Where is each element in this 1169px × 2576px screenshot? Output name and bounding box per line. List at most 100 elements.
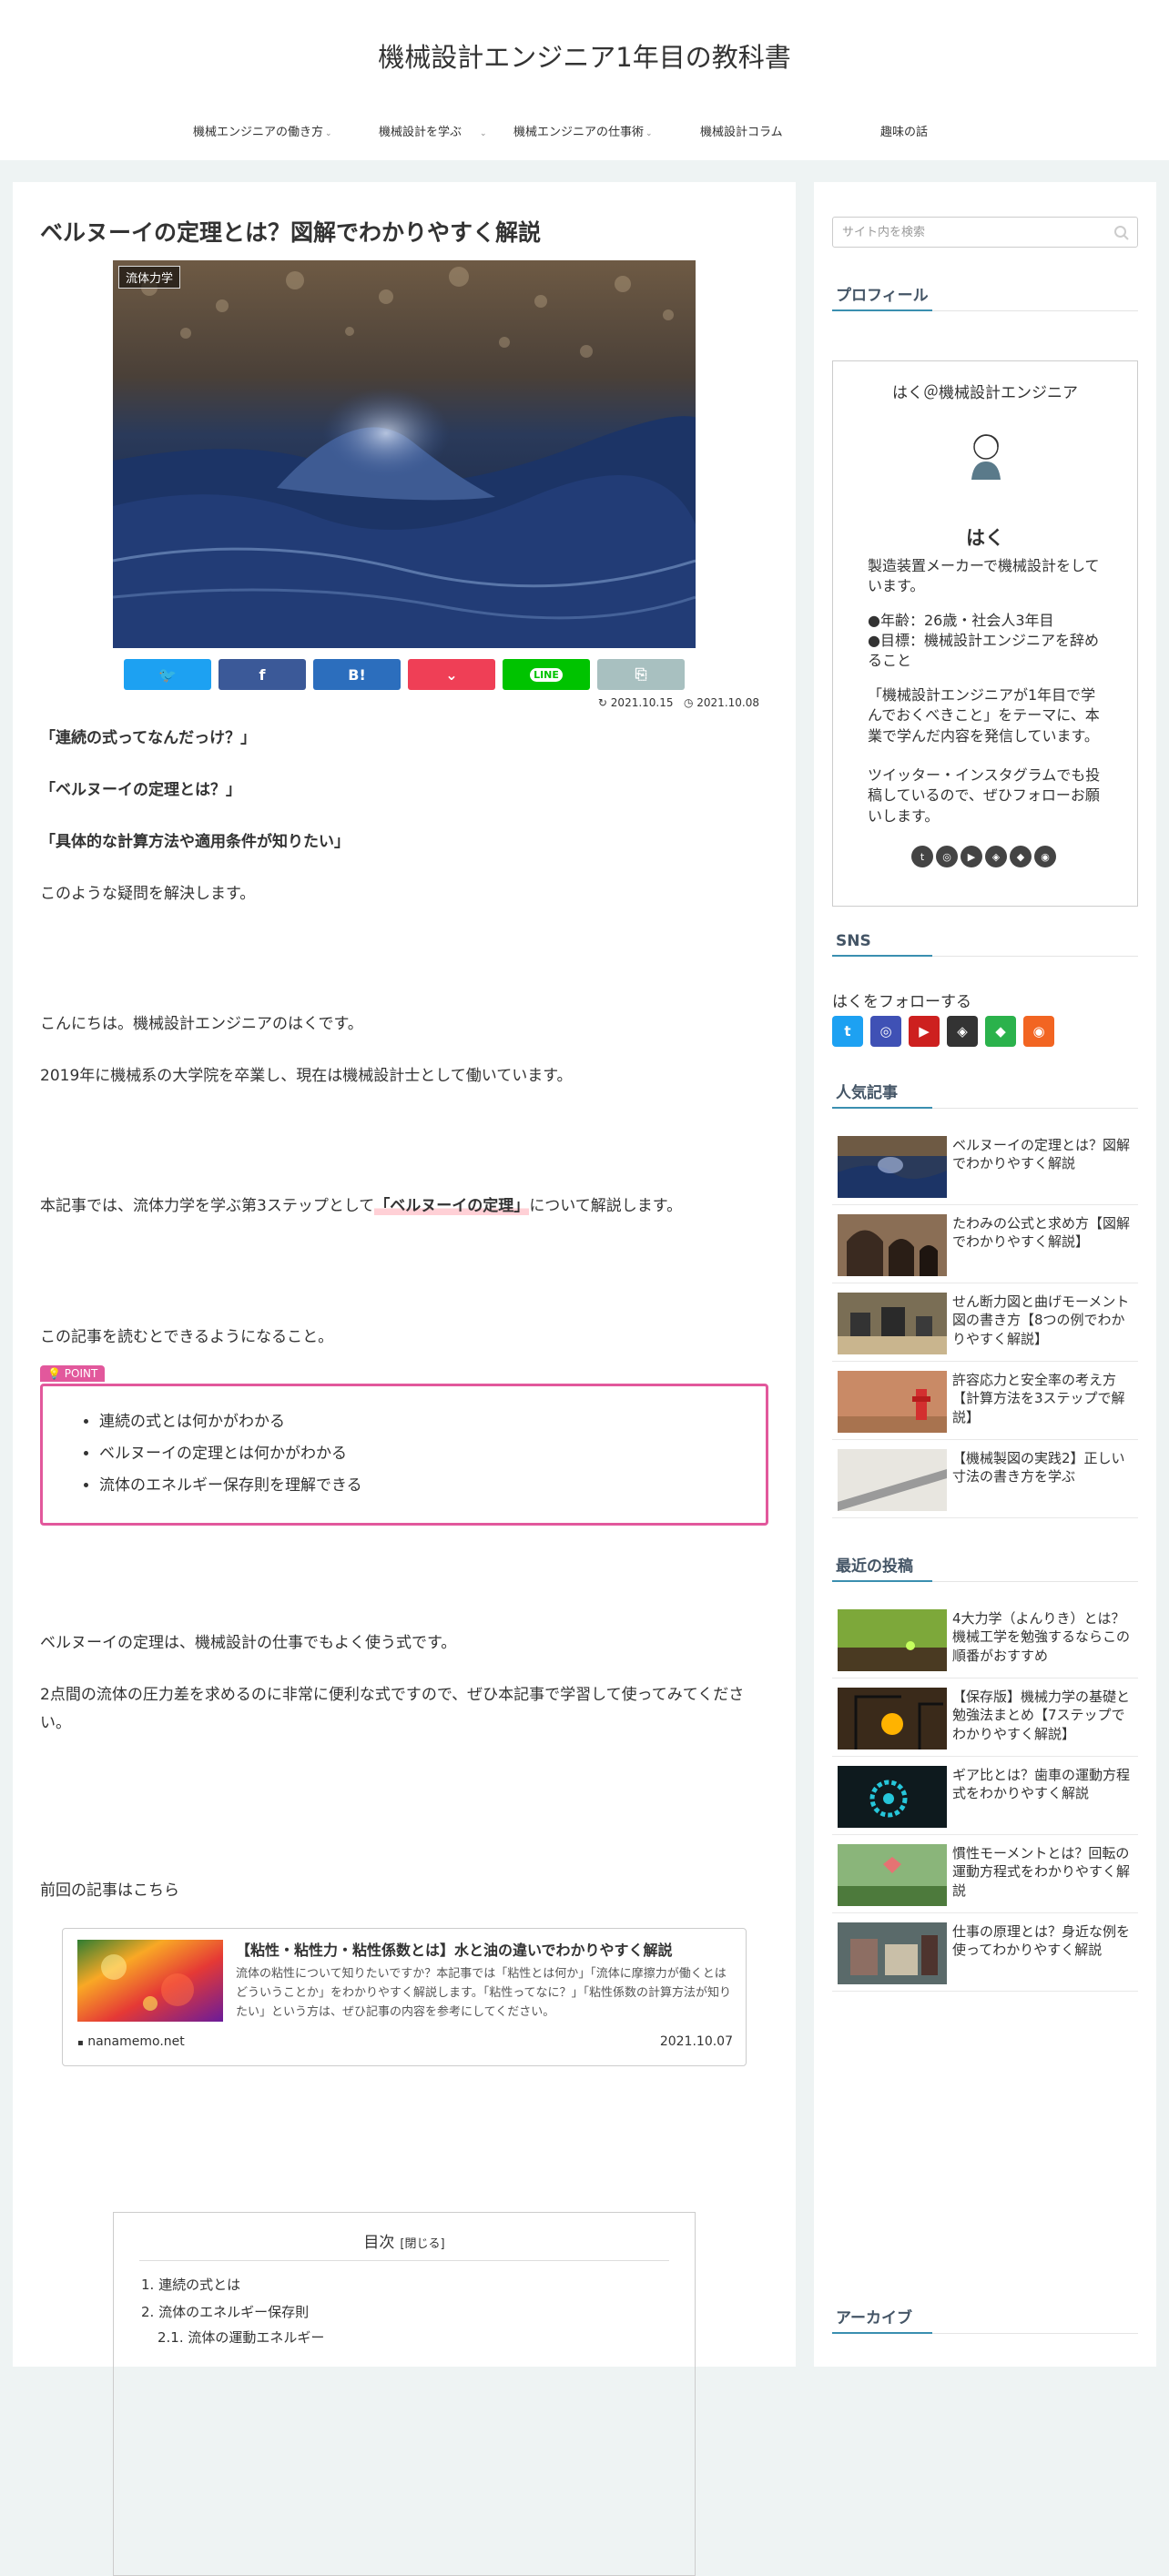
share-line-button[interactable]: LINE bbox=[503, 659, 590, 690]
toc-item[interactable]: 1. 連続の式とは bbox=[141, 2275, 240, 2294]
books-thumbnail bbox=[838, 1922, 947, 1984]
point-label: 💡 POINT bbox=[40, 1365, 106, 1382]
nav-item-column[interactable]: 機械設計コラム bbox=[700, 122, 783, 139]
list-item: 流体のエネルギー保存則を理解できる bbox=[99, 1470, 766, 1502]
share-facebook-button[interactable]: f bbox=[219, 659, 306, 690]
follow-instagram-button[interactable]: ◎ bbox=[870, 1016, 901, 1047]
popular-post-item[interactable]: 許容応力と安全率の考え方【計算方法を3ステップで解説】 bbox=[832, 1362, 1138, 1440]
search-box bbox=[832, 217, 1138, 248]
colorful-oil-image bbox=[77, 1940, 223, 2022]
recent-post-item[interactable]: ギア比とは？歯車の運動方程式をわかりやすく解説 bbox=[832, 1757, 1138, 1835]
post-thumbnail bbox=[838, 1371, 947, 1433]
instagram-icon[interactable]: ◎ bbox=[936, 846, 958, 867]
instagram-icon: ◎ bbox=[879, 1023, 892, 1040]
nav-item-work-style[interactable]: 機械エンジニアの働き方 ⌄ bbox=[193, 122, 332, 139]
feedly-icon: ◆ bbox=[995, 1023, 1006, 1040]
popular-post-item[interactable]: 【機械製図の実践2】正しい寸法の書き方を学ぶ bbox=[832, 1440, 1138, 1518]
profile-name: はく＠機械設計エンジニア bbox=[892, 384, 1078, 402]
post-title: 4大力学（よんりき）とは？機械工学を勉強するならこの順番がおすすめ bbox=[952, 1610, 1131, 1664]
hatena-icon: B! bbox=[348, 665, 366, 684]
avatar-illustration bbox=[971, 434, 1001, 480]
popular-widget-title: 人気記事 bbox=[832, 1080, 1138, 1109]
chevron-down-icon: ⌄ bbox=[480, 129, 487, 138]
blog-card-site: ▪ nanamemo.net bbox=[77, 2034, 185, 2049]
point-box: 連続の式とは何かがわかる ベルヌーイの定理とは何かがわかる 流体のエネルギー保存… bbox=[40, 1384, 768, 1526]
share-twitter-button[interactable]: 🐦 bbox=[124, 659, 211, 690]
nav-item-work-technique[interactable]: 機械エンジニアの仕事術 ⌄ bbox=[513, 122, 653, 139]
lightbulb-icon: 💡 bbox=[47, 1367, 61, 1380]
youtube-icon[interactable]: ▶ bbox=[961, 846, 982, 867]
list-item: 連続の式とは何かがわかる bbox=[99, 1406, 766, 1438]
search-button[interactable] bbox=[1113, 225, 1130, 241]
post-title: 【機械製図の実践2】正しい寸法の書き方を学ぶ bbox=[952, 1450, 1125, 1486]
follow-feedly-button[interactable]: ◆ bbox=[985, 1016, 1016, 1047]
share-buttons: 🐦 f B! ⌄ LINE ⎘ bbox=[124, 659, 694, 690]
post-thumbnail bbox=[838, 1922, 947, 1984]
search-input[interactable] bbox=[833, 218, 1106, 247]
follow-text: はくをフォローする bbox=[832, 993, 971, 1011]
profile-box: はく＠機械設計エンジニア はく 製造装置メーカーで機械設計をしています。 ●年齢… bbox=[832, 360, 1138, 907]
youtube-icon: ▶ bbox=[919, 1023, 930, 1040]
share-hatena-button[interactable]: B! bbox=[313, 659, 401, 690]
popular-post-item[interactable]: せん断力図と曲げモーメント図の書き方【8つの例でわかりやすく解説】 bbox=[832, 1283, 1138, 1362]
post-thumbnail bbox=[838, 1293, 947, 1354]
popular-post-item[interactable]: ベルヌーイの定理とは？図解でわかりやすく解説 bbox=[832, 1127, 1138, 1205]
post-title: ベルヌーイの定理とは？図解でわかりやすく解説 bbox=[952, 1137, 1131, 1172]
usage-text: ベルヌーイの定理は、機械設計の仕事でもよく使う式です。 bbox=[40, 1634, 457, 1652]
sprout-thumbnail bbox=[838, 1609, 947, 1671]
share-pocket-button[interactable]: ⌄ bbox=[408, 659, 495, 690]
update-icon: ↻ bbox=[597, 696, 607, 709]
twitter-icon[interactable]: t bbox=[911, 846, 933, 867]
follow-codepen-button[interactable]: ◈ bbox=[947, 1016, 978, 1047]
intro-text: 本記事では、流体力学を学ぶ第3ステップとして「ベルヌーイの定理」について解説しま… bbox=[40, 1197, 683, 1215]
codepen-icon: ◈ bbox=[957, 1023, 968, 1040]
follow-twitter-button[interactable]: t bbox=[832, 1016, 863, 1047]
toc-item[interactable]: 2. 流体のエネルギー保存則 bbox=[141, 2302, 309, 2321]
category-label[interactable]: 流体力学 bbox=[118, 266, 181, 289]
feedly-icon[interactable]: ◆ bbox=[1010, 846, 1032, 867]
post-title: ギア比とは？歯車の運動方程式をわかりやすく解説 bbox=[952, 1767, 1131, 1802]
post-dates: ↻ 2021.10.15 ◷ 2021.10.08 bbox=[598, 696, 759, 709]
post-title: 許容応力と安全率の考え方【計算方法を3ステップで解説】 bbox=[952, 1372, 1125, 1425]
facebook-icon: f bbox=[259, 665, 266, 684]
post-thumbnail bbox=[838, 1609, 947, 1671]
profile-age: ●年齢：26歳・社会人3年目 bbox=[868, 612, 1054, 629]
post-title: 慣性モーメントとは？回転の運動方程式をわかりやすく解説 bbox=[952, 1845, 1131, 1899]
follow-youtube-button[interactable]: ▶ bbox=[909, 1016, 940, 1047]
question-3: 「具体的な計算方法や適用条件が知りたい」 bbox=[40, 833, 350, 851]
post-title: せん断力図と曲げモーメント図の書き方【8つの例でわかりやすく解説】 bbox=[952, 1293, 1130, 1347]
rss-icon: ◉ bbox=[1032, 1023, 1045, 1040]
profile-sns-icons: t ◎ ▶ ◈ ◆ ◉ bbox=[911, 846, 1056, 869]
recent-post-item[interactable]: 4大力学（よんりき）とは？機械工学を勉強するならこの順番がおすすめ bbox=[832, 1600, 1138, 1678]
avatar[interactable] bbox=[950, 421, 1022, 494]
recent-post-item[interactable]: 慣性モーメントとは？回転の運動方程式をわかりやすく解説 bbox=[832, 1835, 1138, 1913]
popular-post-item[interactable]: たわみの公式と求め方【図解でわかりやすく解説】 bbox=[832, 1205, 1138, 1283]
highlight-marker: 「ベルヌーイの定理」 bbox=[374, 1197, 530, 1215]
ruler-thumbnail bbox=[838, 1449, 947, 1511]
blog-card[interactable]: 【粘性・粘性力・粘性係数とは】水と油の違いでわかりやすく解説 流体の粘性について… bbox=[62, 1928, 747, 2066]
list-item: ベルヌーイの定理とは何かがわかる bbox=[99, 1438, 766, 1470]
site-title[interactable]: 機械設計エンジニア1年目の教科書 bbox=[0, 36, 1169, 75]
table-of-contents: 目次 [閉じる] 1. 連続の式とは 2. 流体のエネルギー保存則 2.1. 流体… bbox=[113, 2212, 696, 2576]
line-icon: LINE bbox=[530, 667, 563, 682]
recent-post-item[interactable]: 【保存版】機械力学の基礎と勉強法まとめ【7ステップでわかりやすく解説】 bbox=[832, 1678, 1138, 1757]
copy-icon: ⎘ bbox=[635, 665, 647, 683]
follow-rss-button[interactable]: ◉ bbox=[1023, 1016, 1054, 1047]
arches-thumbnail bbox=[838, 1214, 947, 1276]
post-thumbnail bbox=[838, 1688, 947, 1749]
profile-handle: はく bbox=[966, 527, 1004, 549]
water-splash-image bbox=[113, 260, 696, 648]
sns-widget-title: SNS bbox=[832, 932, 1138, 957]
profile-follow-request: ツイッター・インスタグラムでも投稿しているので、ぜひフォローお願いします。 bbox=[868, 766, 1101, 825]
codepen-icon[interactable]: ◈ bbox=[985, 846, 1007, 867]
kite-thumbnail bbox=[838, 1844, 947, 1906]
twitter-icon: t bbox=[844, 1023, 851, 1040]
rss-icon[interactable]: ◉ bbox=[1034, 846, 1056, 867]
nav-item-learn-design[interactable]: 機械設計を学ぶ ⌄ bbox=[379, 122, 487, 139]
sidebar: プロフィール はく＠機械設計エンジニア はく 製造装置メーカーで機械設計をしてい… bbox=[814, 182, 1156, 2367]
post-thumbnail bbox=[838, 1766, 947, 1828]
nav-item-hobby[interactable]: 趣味の話 bbox=[880, 122, 928, 139]
copy-link-button[interactable]: ⎘ bbox=[597, 659, 685, 690]
recent-post-item[interactable]: 仕事の原理とは？身近な例を使ってわかりやすく解説 bbox=[832, 1913, 1138, 1992]
toc-toggle[interactable]: [閉じる] bbox=[400, 2237, 444, 2251]
